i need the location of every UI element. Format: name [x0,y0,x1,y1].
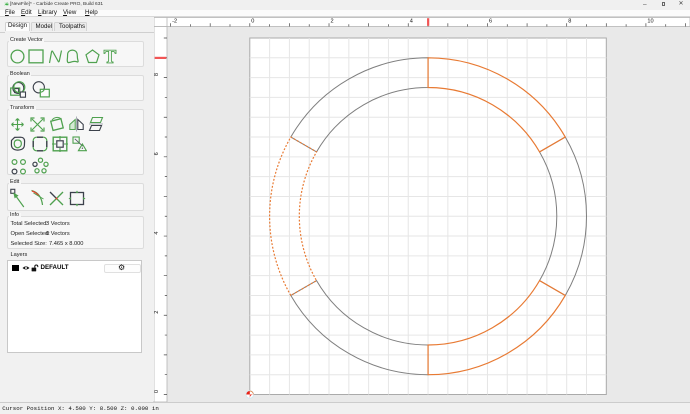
svg-text:0: 0 [154,390,160,393]
svg-text:8: 8 [568,18,571,24]
svg-text:6: 6 [154,152,160,155]
svg-text:2: 2 [331,18,334,24]
svg-text:2: 2 [154,311,160,314]
svg-text:8: 8 [154,73,160,76]
svg-text:-2: -2 [172,18,177,24]
svg-text:6: 6 [489,18,492,24]
svg-text:0: 0 [251,18,254,24]
svg-text:10: 10 [647,18,653,24]
svg-text:4: 4 [154,231,160,234]
svg-text:4: 4 [410,18,413,24]
